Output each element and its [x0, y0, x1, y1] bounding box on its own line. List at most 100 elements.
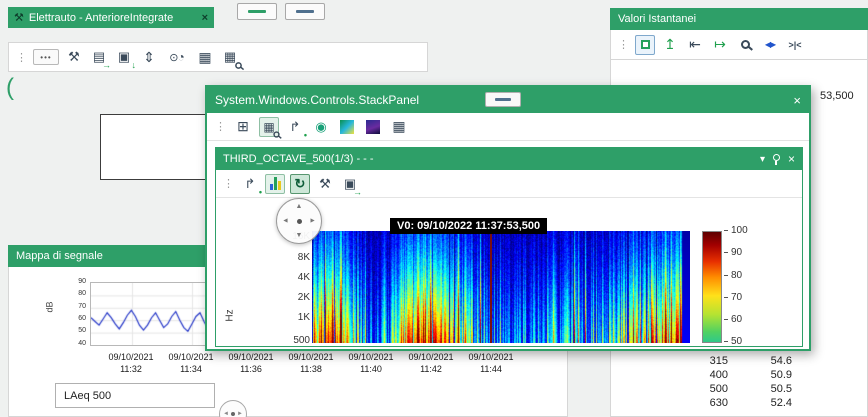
window-close-icon[interactable]: × — [793, 93, 801, 108]
tick-date: 09/10/2021 — [459, 352, 523, 364]
spectrogram-view-icon[interactable] — [337, 117, 357, 137]
nav-left-icon[interactable]: ◄ — [223, 411, 229, 417]
nav-up-icon[interactable]: ▲ — [296, 203, 303, 210]
table-freq-cell: 630 — [690, 397, 728, 409]
table-glyph: ▦ — [392, 118, 405, 135]
markers-icon[interactable]: ◀▶ — [760, 35, 780, 55]
collapsed-toolbar-1[interactable] — [237, 3, 277, 20]
tab-close-icon[interactable]: × — [202, 12, 208, 24]
nav-down-icon[interactable]: ▼ — [296, 232, 303, 239]
sonogram-view-icon[interactable] — [363, 117, 383, 137]
time-period-icon[interactable]: ⊙ ◔ — [164, 47, 190, 67]
panel-menu-icon[interactable]: ▾ — [760, 154, 765, 165]
replay-button[interactable]: ↻ — [290, 174, 310, 194]
third-octave-header[interactable]: THIRD_OCTAVE_500(1/3) - - - ▾ × — [216, 148, 802, 170]
x-axis-tick: 09/10/2021 11:34 — [159, 352, 223, 375]
tick-date: 09/10/2021 — [279, 352, 343, 364]
freq-tick: 4K — [272, 273, 310, 283]
third-octave-toolbar: ⋮ ↱ • ↻ ⚒ ▣ → — [216, 170, 802, 198]
table-view-icon[interactable]: ▦ — [389, 117, 409, 137]
table-icon[interactable]: ▦ — [195, 47, 215, 67]
analysis-tools-icon[interactable]: ⚒ — [64, 47, 84, 67]
table-level-cell: 50.5 — [746, 383, 792, 395]
markers-glyph: ◀▶ — [765, 40, 775, 49]
zoom-table-icon[interactable]: ▦ — [220, 47, 240, 67]
y-axis-tick: 40 — [62, 340, 86, 347]
toolbar-grip[interactable]: ⋮ — [223, 177, 233, 190]
pin-icon[interactable] — [773, 154, 780, 161]
toolbar-grip[interactable]: ⋮ — [16, 51, 26, 64]
cursor-tooltip: V0: 09/10/2022 11:37:53,500 — [390, 218, 547, 234]
stackpanel-title: System.Windows.Controls.StackPanel — [215, 93, 419, 107]
arrow-down-icon: ↓ — [132, 61, 137, 70]
overflow-button[interactable]: ••• — [33, 49, 59, 65]
instant-values-panel-header[interactable]: Valori Istantanei — [610, 8, 868, 30]
table-freq-cell: 400 — [690, 369, 728, 381]
tick-time: 11:32 — [99, 364, 163, 376]
arrow-right-icon: → — [353, 188, 362, 197]
zoom-icon[interactable] — [735, 35, 755, 55]
zoom-grid-button[interactable]: ▦ — [259, 117, 279, 137]
export-sheet-icon[interactable]: ▤ → — [89, 47, 109, 67]
cursor-mode-button[interactable] — [635, 35, 655, 55]
tab-elettrauto[interactable]: ⚒ Elettrauto - AnterioreIntegrate × — [8, 7, 214, 28]
app-icon: ⚒ — [14, 11, 24, 24]
bar-spectrum-button[interactable] — [265, 174, 285, 194]
collapsed-toolbar-2[interactable] — [285, 3, 325, 20]
trace-path-icon[interactable]: ↱ • — [285, 117, 305, 137]
y-axis-tick: 90 — [62, 278, 86, 285]
stackpanel-window[interactable]: System.Windows.Controls.StackPanel × ⋮ ⊞… — [205, 85, 811, 351]
table-glyph: ▦ — [224, 49, 236, 65]
freq-tick: 500 — [272, 336, 310, 346]
collapse-range-icon[interactable]: >|< — [785, 35, 805, 55]
save-export-icon[interactable]: ▣ ↓ — [114, 47, 134, 67]
table-level-cell: 54.6 — [746, 355, 792, 367]
x-axis-tick: 09/10/2021 11:40 — [339, 352, 403, 375]
analysis-tools-icon[interactable]: ⚒ — [315, 174, 335, 194]
toolbar-grip[interactable]: ⋮ — [618, 38, 628, 51]
table-freq-cell: 500 — [690, 383, 728, 395]
tab-label: Elettrauto - AnterioreIntegrate — [29, 12, 173, 24]
spectrogram-canvas[interactable] — [312, 231, 690, 343]
chart-nav-pad[interactable]: ▲ ▼ ◄ ► — [276, 198, 322, 244]
docking-handle[interactable] — [485, 92, 521, 107]
signal-map-ylabel: dB — [45, 301, 55, 312]
x-axis-tick: 09/10/2021 11:42 — [399, 352, 463, 375]
level-tick: 90 — [724, 248, 760, 258]
cursor-next-icon[interactable]: ↦ — [710, 35, 730, 55]
time-cursor-line[interactable] — [490, 231, 492, 343]
arrow-right-icon: → — [102, 61, 111, 70]
tick-time: 11:44 — [459, 364, 523, 376]
x-axis-tick: 09/10/2021 11:38 — [279, 352, 343, 375]
layout-tree-icon[interactable]: ⊞ — [233, 117, 253, 137]
level-tick: 60 — [724, 315, 760, 325]
instant-values-title: Valori Istantanei — [618, 13, 696, 25]
nav-right-icon[interactable]: ► — [237, 411, 243, 417]
series-legend-laeq[interactable]: LAeq 500 — [55, 383, 215, 408]
cursor-up-icon[interactable]: ↥ — [660, 35, 680, 55]
level-tick: 100 — [724, 226, 760, 236]
globe-icon[interactable]: ◉ — [311, 117, 331, 137]
tick-date: 09/10/2021 — [339, 352, 403, 364]
disk-glyph: ▣ — [118, 49, 130, 65]
instant-values-toolbar: ⋮ ↥ ⇤ ↦ ◀▶ >|< — [610, 30, 868, 60]
toolbar-grip[interactable]: ⋮ — [215, 120, 225, 133]
stackpanel-titlebar[interactable]: System.Windows.Controls.StackPanel × — [207, 87, 809, 113]
panel-close-icon[interactable]: × — [788, 152, 795, 166]
trace-path-icon[interactable]: ↱ • — [240, 174, 260, 194]
toolbar-handle-icon — [495, 98, 511, 101]
align-left-icon[interactable]: ⇤ — [685, 35, 705, 55]
save-export-icon[interactable]: ▣ → — [340, 174, 360, 194]
y-axis-tick: 80 — [62, 290, 86, 297]
tick-time: 11:40 — [339, 364, 403, 376]
overview-box — [100, 114, 206, 180]
x-axis-tick: 09/10/2021 11:44 — [459, 352, 523, 375]
nav-right-icon[interactable]: ► — [309, 218, 316, 225]
tick-date: 09/10/2021 — [159, 352, 223, 364]
nav-left-icon[interactable]: ◄ — [282, 218, 289, 225]
fit-vertical-icon[interactable]: ⇕ — [139, 47, 159, 67]
nav-center-dot[interactable] — [231, 412, 235, 416]
nav-center-dot[interactable] — [297, 219, 302, 224]
x-axis-tick: 09/10/2021 11:36 — [219, 352, 283, 375]
freq-axis-label: Hz — [225, 309, 236, 321]
